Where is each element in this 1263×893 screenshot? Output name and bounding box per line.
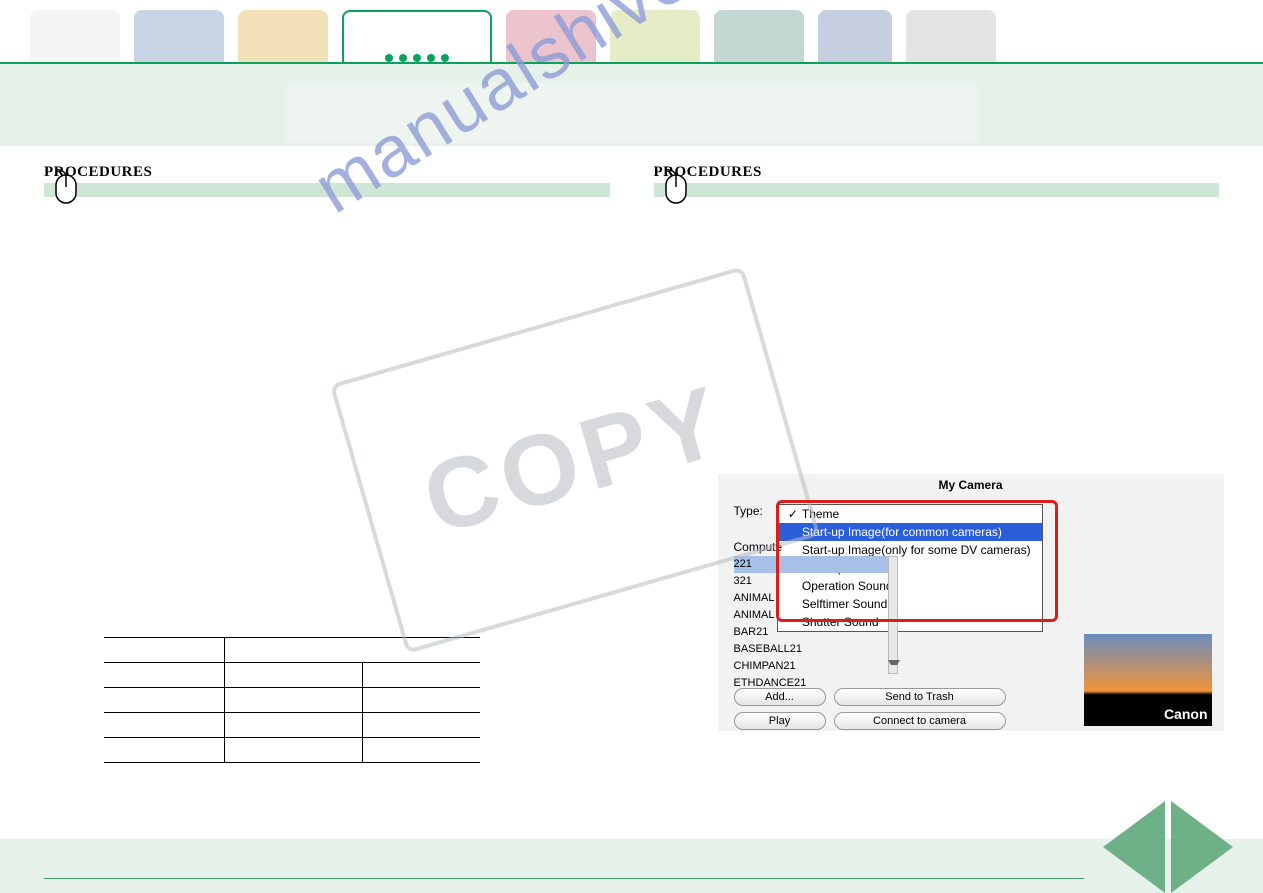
prev-page-arrow[interactable] <box>1103 801 1165 893</box>
tab-active-dots <box>385 54 449 62</box>
nav-arrows <box>1103 821 1233 893</box>
procedures-bar-right <box>654 183 1220 197</box>
list-item[interactable]: BASEBALL21 <box>734 641 888 658</box>
tab-7[interactable] <box>714 10 804 62</box>
tab-6[interactable] <box>610 10 700 62</box>
footer-band <box>0 839 1263 893</box>
tab-underline <box>0 62 1263 64</box>
procedures-heading-left: PROCEDURES <box>44 164 610 181</box>
scrollbar[interactable] <box>888 556 898 674</box>
spec-table <box>104 637 480 763</box>
mycamera-window: My Camera Type: ✓Theme Start-up Image(fo… <box>718 474 1224 731</box>
tab-1[interactable] <box>30 10 120 62</box>
tab-bar <box>0 0 1263 62</box>
header-inner <box>287 83 977 143</box>
computer-label: Compute <box>734 540 783 554</box>
tab-2[interactable] <box>134 10 224 62</box>
right-column: PROCEDURES My Camera Type: ✓Theme Start-… <box>654 164 1220 763</box>
footer-line <box>44 878 1084 879</box>
header-band <box>0 62 1263 146</box>
list-item[interactable]: BAR21 <box>734 624 888 641</box>
file-list[interactable]: 221 321 ANIMAL ANIMAL BAR21 BASEBALL21 C… <box>734 556 888 692</box>
mouse-icon <box>54 167 80 205</box>
tab-8[interactable] <box>818 10 892 62</box>
tab-3[interactable] <box>238 10 328 62</box>
list-item[interactable]: ANIMAL <box>734 590 888 607</box>
list-item[interactable]: 221 <box>734 556 888 573</box>
left-column: PROCEDURES <box>44 164 610 763</box>
preview-image: Canon <box>1084 634 1212 726</box>
next-page-arrow[interactable] <box>1171 801 1233 893</box>
trash-button[interactable]: Send to Trash <box>834 688 1006 706</box>
list-item[interactable]: ANIMAL <box>734 607 888 624</box>
list-item[interactable]: 321 <box>734 573 888 590</box>
connect-button[interactable]: Connect to camera <box>834 712 1006 730</box>
mouse-icon <box>664 167 690 205</box>
procedures-bar-left <box>44 183 610 197</box>
type-label: Type: <box>734 504 763 518</box>
play-button[interactable]: Play <box>734 712 826 730</box>
dropdown-option-selected[interactable]: Start-up Image(for common cameras) <box>778 523 1042 541</box>
tab-5[interactable] <box>506 10 596 62</box>
tab-active[interactable] <box>342 10 492 62</box>
mycamera-title: My Camera <box>718 474 1224 496</box>
add-button[interactable]: Add... <box>734 688 826 706</box>
list-item[interactable]: CHIMPAN21 <box>734 658 888 675</box>
tab-9[interactable] <box>906 10 996 62</box>
preview-brand: Canon <box>1164 706 1208 722</box>
procedures-heading-right: PROCEDURES <box>654 164 1220 181</box>
dropdown-option[interactable]: ✓Theme <box>778 505 1042 523</box>
